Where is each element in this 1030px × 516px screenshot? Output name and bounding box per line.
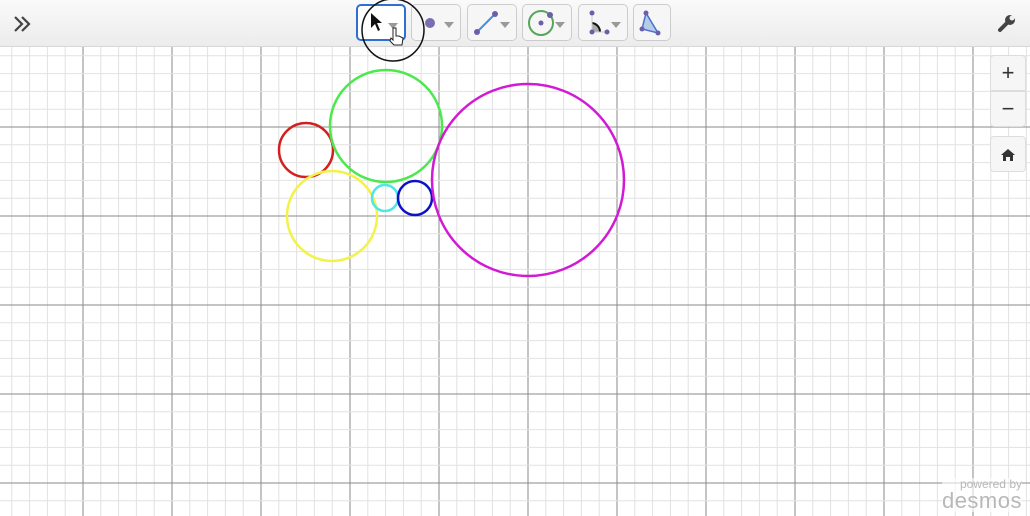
circles (277, 68, 626, 278)
home-icon (1001, 149, 1015, 161)
wrench-icon[interactable] (997, 13, 1017, 33)
desmos-branding: powered by desmos (941, 478, 1022, 513)
toolbar (0, 0, 1030, 47)
zoom-out-button[interactable]: − (990, 91, 1026, 127)
chevron-down-icon (611, 22, 621, 28)
zoom-in-button[interactable]: + (990, 55, 1026, 91)
segment-tool-button[interactable] (467, 4, 517, 41)
double-chevron-right-icon[interactable] (12, 14, 32, 34)
point-tool-button[interactable] (411, 4, 461, 41)
chevron-down-icon (388, 23, 398, 29)
grid (0, 0, 1030, 516)
chevron-down-icon (555, 22, 565, 28)
desmos-logo: desmos (941, 488, 1022, 513)
chevron-down-icon (444, 22, 454, 28)
polygon-tool-button[interactable] (633, 4, 671, 41)
circle[interactable] (277, 121, 335, 179)
angle-tool-button[interactable] (578, 4, 628, 41)
chevron-down-icon (500, 22, 510, 28)
polygon-icon (639, 10, 661, 36)
geometry-canvas[interactable] (0, 0, 1030, 516)
circle-tool-button[interactable] (522, 4, 572, 41)
select-tool-button[interactable] (356, 4, 406, 41)
home-button[interactable] (990, 136, 1026, 172)
